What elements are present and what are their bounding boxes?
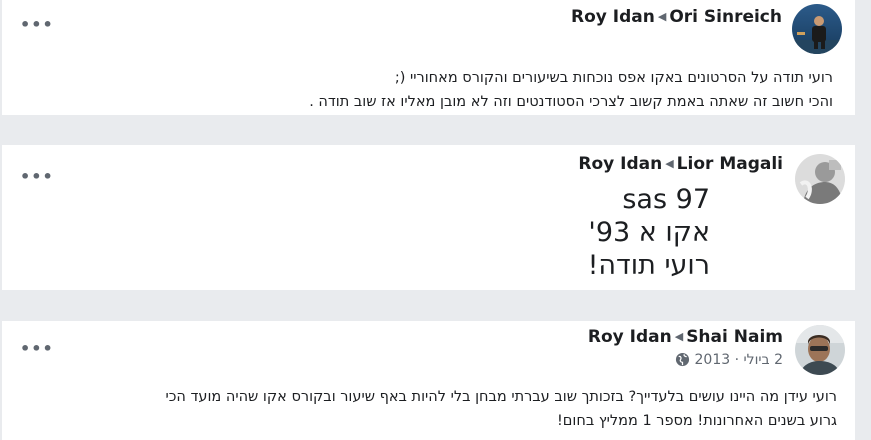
caret-left-icon: ◀ — [665, 157, 674, 170]
post-text-line: רועי תודה על הסרטונים באקו אפס נוכחות בש… — [394, 70, 833, 86]
post-shai-naim: ••• Roy Idan ◀ Shai Naim 2 ביולי · 2013 רו… — [2, 321, 855, 440]
post-ori-sinreich: ••• Roy Idan ◀ Ori Sinreich רועי תודה על ה… — [2, 0, 855, 115]
caret-left-icon: ◀ — [674, 330, 684, 343]
post-text-line: רועי תודה! — [587, 250, 710, 281]
more-options-button[interactable]: ••• — [20, 17, 54, 33]
author-name[interactable]: Roy Idan — [571, 7, 655, 27]
post-lior-magali: ••• Roy Idan ◀ Lior Magali 97 sas אקו א 93… — [2, 145, 855, 290]
caret-left-icon: ◀ — [657, 10, 667, 23]
more-options-button[interactable]: ••• — [20, 341, 54, 357]
post-header: Roy Idan ◀ Ori Sinreich — [571, 7, 782, 27]
post-header: Roy Idan ◀ Shai Naim — [588, 327, 783, 347]
globe-icon — [675, 352, 690, 367]
author-name[interactable]: Roy Idan — [588, 327, 672, 347]
post-text: רועי עידן מה היינו עושים בלעדייך? בזכותך… — [7, 385, 837, 433]
author-name[interactable]: Roy Idan — [578, 154, 662, 174]
recipient-name[interactable]: Lior Magali — [677, 154, 783, 174]
recipient-name[interactable]: Shai Naim — [686, 327, 783, 347]
post-date[interactable]: 2 ביולי · 2013 — [695, 352, 784, 368]
post-text-line: אקו א 93' — [588, 217, 710, 248]
post-text-line: 97 sas — [622, 184, 710, 215]
avatar[interactable] — [792, 4, 842, 54]
avatar[interactable] — [795, 325, 845, 375]
avatar[interactable] — [795, 154, 845, 204]
post-meta: 2 ביולי · 2013 — [675, 352, 783, 368]
post-text-line: רועי עידן מה היינו עושים בלעדייך? בזכותך… — [165, 389, 837, 405]
post-text: רועי תודה על הסרטונים באקו אפס נוכחות בש… — [13, 66, 833, 114]
post-header: Roy Idan ◀ Lior Magali — [578, 154, 783, 174]
more-options-button[interactable]: ••• — [20, 169, 54, 185]
post-text-line: והכי חשוב זה שאתה באמת קשוב לצרכי הסטודנ… — [309, 94, 833, 110]
post-text-line: גרוע בשנים האחרונות! מספר 1 ממליץ בחום! — [556, 413, 837, 429]
post-text: 97 sas אקו א 93' רועי תודה! — [410, 183, 710, 282]
recipient-name[interactable]: Ori Sinreich — [669, 7, 782, 27]
